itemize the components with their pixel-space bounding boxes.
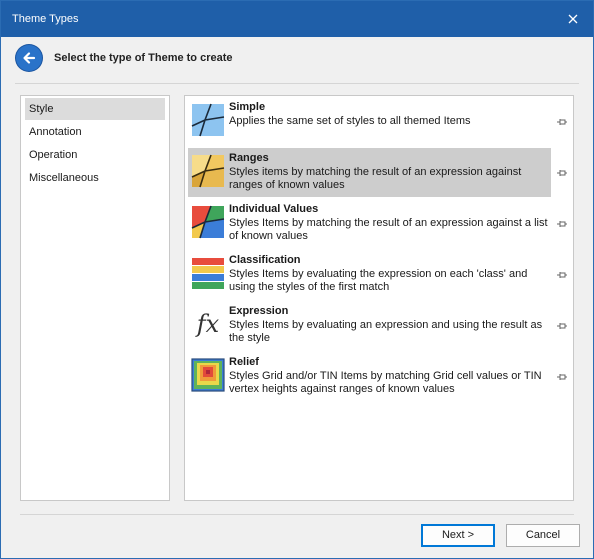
- category-item-miscellaneous[interactable]: Miscellaneous: [25, 167, 165, 189]
- header-divider: [15, 83, 579, 84]
- footer-divider: [20, 514, 574, 515]
- cancel-button[interactable]: Cancel: [506, 524, 580, 547]
- relief-theme-icon: [191, 358, 225, 392]
- theme-name: Expression: [229, 305, 289, 317]
- theme-description: Styles Grid and/or TIN Items by matching…: [229, 370, 542, 395]
- theme-types-dialog: Theme Types Select the type of Theme to …: [0, 0, 594, 559]
- pin-icon[interactable]: [556, 371, 568, 383]
- theme-description: Styles Items by evaluating an expression…: [229, 319, 543, 344]
- theme-description: Styles items by matching the result of a…: [229, 166, 522, 191]
- theme-item-individual-values[interactable]: Individual Values Styles Items by matchi…: [188, 199, 551, 248]
- dialog-header: Select the type of Theme to create: [1, 37, 593, 83]
- simple-theme-icon: [191, 103, 225, 137]
- theme-description: Applies the same set of styles to all th…: [229, 115, 471, 127]
- pin-icon[interactable]: [556, 320, 568, 332]
- theme-item-simple[interactable]: Simple Applies the same set of styles to…: [188, 97, 551, 146]
- theme-item-relief[interactable]: Relief Styles Grid and/or TIN Items by m…: [188, 352, 551, 401]
- close-button[interactable]: [561, 7, 585, 31]
- back-arrow-icon: [23, 52, 36, 64]
- window-title: Theme Types: [12, 13, 79, 25]
- pin-icon[interactable]: [556, 116, 568, 128]
- theme-name: Simple: [229, 101, 266, 113]
- header-prompt: Select the type of Theme to create: [54, 52, 233, 64]
- theme-name: Ranges: [229, 152, 269, 164]
- next-button[interactable]: Next >: [421, 524, 495, 547]
- individual-values-theme-icon: [191, 205, 225, 239]
- theme-type-list: Simple Applies the same set of styles to…: [184, 95, 574, 501]
- theme-name: Classification: [229, 254, 301, 266]
- category-item-style[interactable]: Style: [25, 98, 165, 120]
- theme-name: Individual Values: [229, 203, 319, 215]
- expression-theme-icon: fx: [196, 310, 220, 338]
- theme-item-expression[interactable]: fx Expression Styles Items by evaluating…: [188, 301, 551, 350]
- category-list: Style Annotation Operation Miscellaneous: [20, 95, 170, 501]
- pin-icon[interactable]: [556, 269, 568, 281]
- title-bar: Theme Types: [1, 1, 593, 37]
- category-item-annotation[interactable]: Annotation: [25, 121, 165, 143]
- theme-description: Styles Items by matching the result of a…: [229, 217, 548, 242]
- pin-icon[interactable]: [556, 167, 568, 179]
- theme-item-classification[interactable]: Classification Styles Items by evaluatin…: [188, 250, 551, 299]
- category-item-operation[interactable]: Operation: [25, 144, 165, 166]
- ranges-theme-icon: [191, 154, 225, 188]
- close-icon: [568, 14, 578, 24]
- theme-description: Styles Items by evaluating the expressio…: [229, 268, 528, 293]
- theme-name: Relief: [229, 356, 259, 368]
- back-button[interactable]: [16, 45, 42, 71]
- pin-icon[interactable]: [556, 218, 568, 230]
- classification-theme-icon: [192, 258, 224, 289]
- theme-item-ranges[interactable]: Ranges Styles items by matching the resu…: [188, 148, 551, 197]
